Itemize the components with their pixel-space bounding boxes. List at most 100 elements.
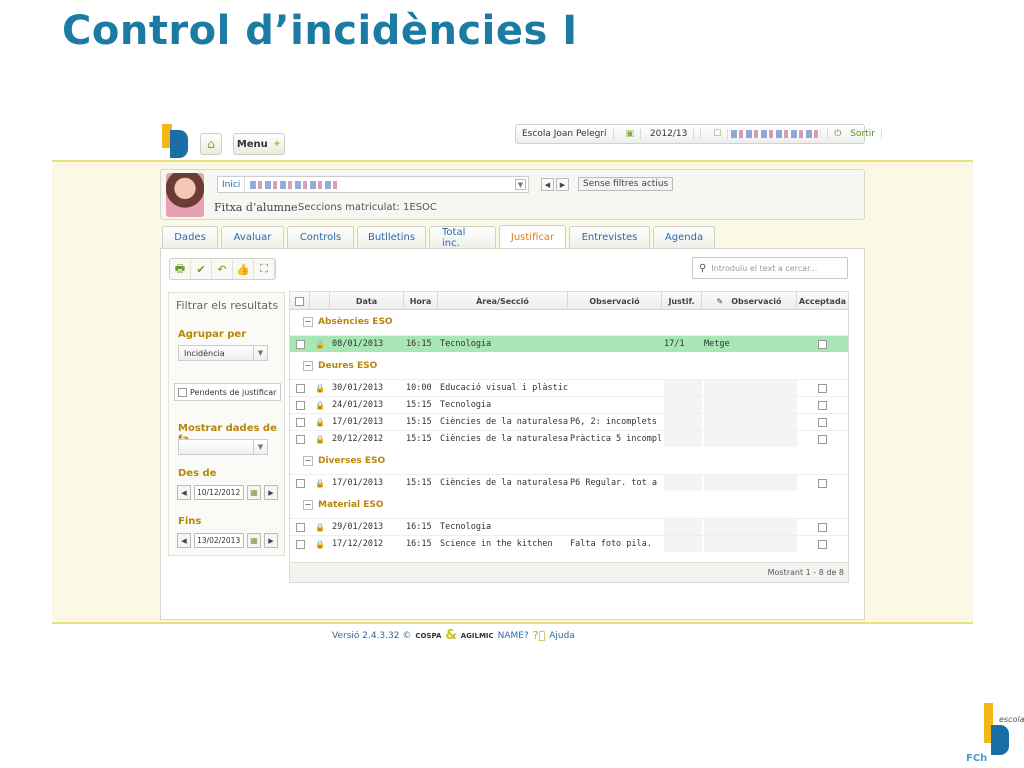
row-checkbox[interactable] <box>290 336 310 352</box>
table-row[interactable]: 🔒 17/12/2012 16:15 Science in the kitchen Fa… <box>290 535 848 552</box>
col-date[interactable]: Data <box>330 292 404 310</box>
collapse-icon[interactable]: − <box>303 360 313 371</box>
tab-butlletins[interactable]: Butlletins <box>357 226 426 248</box>
cell-obs2[interactable] <box>704 380 797 396</box>
collapse-icon[interactable]: − <box>303 499 313 510</box>
pending-checkbox[interactable]: Pendents de justificar <box>174 383 281 401</box>
home-button[interactable]: ⌂ <box>200 133 222 155</box>
accepted-checkbox[interactable] <box>797 336 848 352</box>
cell-justif[interactable] <box>664 519 702 535</box>
name-link[interactable]: NAME? <box>498 631 529 641</box>
accepted-checkbox[interactable] <box>797 519 848 535</box>
group-header[interactable]: − Diverses ESO <box>290 452 848 469</box>
previous-student-button[interactable]: ◀ <box>541 178 554 191</box>
row-checkbox[interactable] <box>290 431 310 447</box>
group-by-select[interactable]: Incidència ▼ <box>178 345 268 361</box>
tab-dades[interactable]: Dades <box>162 226 218 248</box>
table-row[interactable]: 🔒 17/01/2013 15:15 Ciències de la naturales… <box>290 413 848 430</box>
cell-justif[interactable] <box>664 397 702 413</box>
undo-icon[interactable]: ↶ <box>212 259 233 279</box>
tab-justificar[interactable]: Justificar <box>499 225 566 249</box>
cell-justif[interactable] <box>664 536 702 552</box>
accepted-checkbox[interactable] <box>797 380 848 396</box>
tab-entrevistes[interactable]: Entrevistes <box>569 226 650 248</box>
help-icon[interactable]: ?⃝ <box>533 629 545 642</box>
cell-obs2[interactable] <box>704 536 797 552</box>
select-all-checkbox[interactable] <box>290 292 310 310</box>
row-checkbox[interactable] <box>290 380 310 396</box>
cell-obs2[interactable] <box>704 519 797 535</box>
table-row[interactable]: 🔒 30/01/2013 10:00 Educació visual i plàsti… <box>290 379 848 396</box>
tab-agenda[interactable]: Agenda <box>653 226 715 248</box>
group-label: Absències ESO <box>318 316 393 327</box>
col-justified[interactable]: Justif. <box>662 292 702 310</box>
cell-date: 24/01/2013 <box>332 400 384 410</box>
logout-button[interactable]: ⏻ Sortir <box>828 129 888 139</box>
breadcrumb-home[interactable]: Inici <box>218 177 246 192</box>
breadcrumb[interactable]: Inici ▼ <box>217 176 529 193</box>
print-icon[interactable]: 🖶 <box>170 259 191 279</box>
cell-justif[interactable] <box>664 380 702 396</box>
accepted-checkbox[interactable] <box>797 431 848 447</box>
cell-justif[interactable] <box>664 475 702 491</box>
lock-icon: 🔒 <box>315 522 325 532</box>
next-date-button[interactable]: ▶ <box>264 485 278 500</box>
cell-justif[interactable] <box>664 431 702 447</box>
group-header[interactable]: − Material ESO <box>290 496 848 513</box>
col-observation[interactable]: Observació <box>568 292 662 310</box>
row-checkbox[interactable] <box>290 519 310 535</box>
accepted-checkbox[interactable] <box>797 397 848 413</box>
calendar-icon[interactable]: ▦ <box>247 485 261 500</box>
tab-avaluar[interactable]: Avaluar <box>221 226 284 248</box>
prev-date-button[interactable]: ◀ <box>177 485 191 500</box>
col-observation-2[interactable]: ✎ Observació <box>702 292 797 310</box>
row-checkbox[interactable] <box>290 414 310 430</box>
help-link[interactable]: Ajuda <box>549 631 575 641</box>
cell-obs2[interactable] <box>704 475 797 491</box>
prev-date-button[interactable]: ◀ <box>177 533 191 548</box>
table-row[interactable]: 🔒 20/12/2012 15:15 Ciències de la naturales… <box>290 430 848 447</box>
cell-justif[interactable] <box>664 414 702 430</box>
table-row[interactable]: 🔒 17/01/2013 15:15 Ciències de la naturales… <box>290 474 848 491</box>
menu-button[interactable]: Menu ✦ <box>233 133 285 155</box>
accepted-checkbox[interactable] <box>797 414 848 430</box>
tab-total-inc[interactable]: Total inc. <box>429 226 496 249</box>
accepted-checkbox[interactable] <box>797 536 848 552</box>
cell-obs2[interactable] <box>704 414 797 430</box>
from-date-input[interactable]: 10/12/2012 <box>194 485 244 500</box>
accepted-checkbox[interactable] <box>797 475 848 491</box>
calendar-icon[interactable]: ▦ <box>247 533 261 548</box>
row-checkbox[interactable] <box>290 536 310 552</box>
table-row[interactable]: 🔒 29/01/2013 16:15 Tecnologia <box>290 518 848 535</box>
show-data-select[interactable]: ▼ <box>178 439 268 455</box>
school-year[interactable]: ▣ 2012/13 <box>614 129 702 139</box>
cell-obs: P6, 2: incomplets <box>570 417 657 427</box>
group-header[interactable]: − Absències ESO <box>290 313 848 330</box>
thumbs-up-icon[interactable]: 👍 <box>233 259 254 279</box>
cell-obs2[interactable] <box>704 431 797 447</box>
expand-icon[interactable]: ⛶ <box>254 259 275 279</box>
cell-obs2[interactable] <box>704 397 797 413</box>
header-divider <box>52 160 973 162</box>
user-name[interactable]: ☐ <box>701 129 829 139</box>
next-student-button[interactable]: ▶ <box>556 178 569 191</box>
col-accepted[interactable]: Acceptada <box>797 292 848 310</box>
table-row[interactable]: 🔒 08/01/2013 16:15 Tecnologia 17/1 Metge <box>290 335 848 352</box>
search-input[interactable]: ⚲ Introduïu el text a cercar... <box>692 257 848 279</box>
row-checkbox[interactable] <box>290 397 310 413</box>
cell-obs2[interactable]: Metge <box>704 336 797 352</box>
col-area[interactable]: Àrea/Secció <box>438 292 568 310</box>
row-checkbox[interactable] <box>290 475 310 491</box>
col-time[interactable]: Hora <box>404 292 438 310</box>
filters-status-button[interactable]: Sense filtres actius <box>578 177 674 191</box>
to-date-input[interactable]: 13/02/2013 <box>194 533 244 548</box>
next-date-button[interactable]: ▶ <box>264 533 278 548</box>
tab-controls[interactable]: Controls <box>287 226 354 248</box>
check-icon[interactable]: ✔ <box>191 259 212 279</box>
group-header[interactable]: − Deures ESO <box>290 357 848 374</box>
collapse-icon[interactable]: − <box>303 316 313 327</box>
table-row[interactable]: 🔒 24/01/2013 15:15 Tecnologia <box>290 396 848 413</box>
cell-justif[interactable]: 17/1 <box>664 336 702 352</box>
collapse-icon[interactable]: − <box>303 455 313 466</box>
chevron-down-icon[interactable]: ▼ <box>515 179 526 190</box>
